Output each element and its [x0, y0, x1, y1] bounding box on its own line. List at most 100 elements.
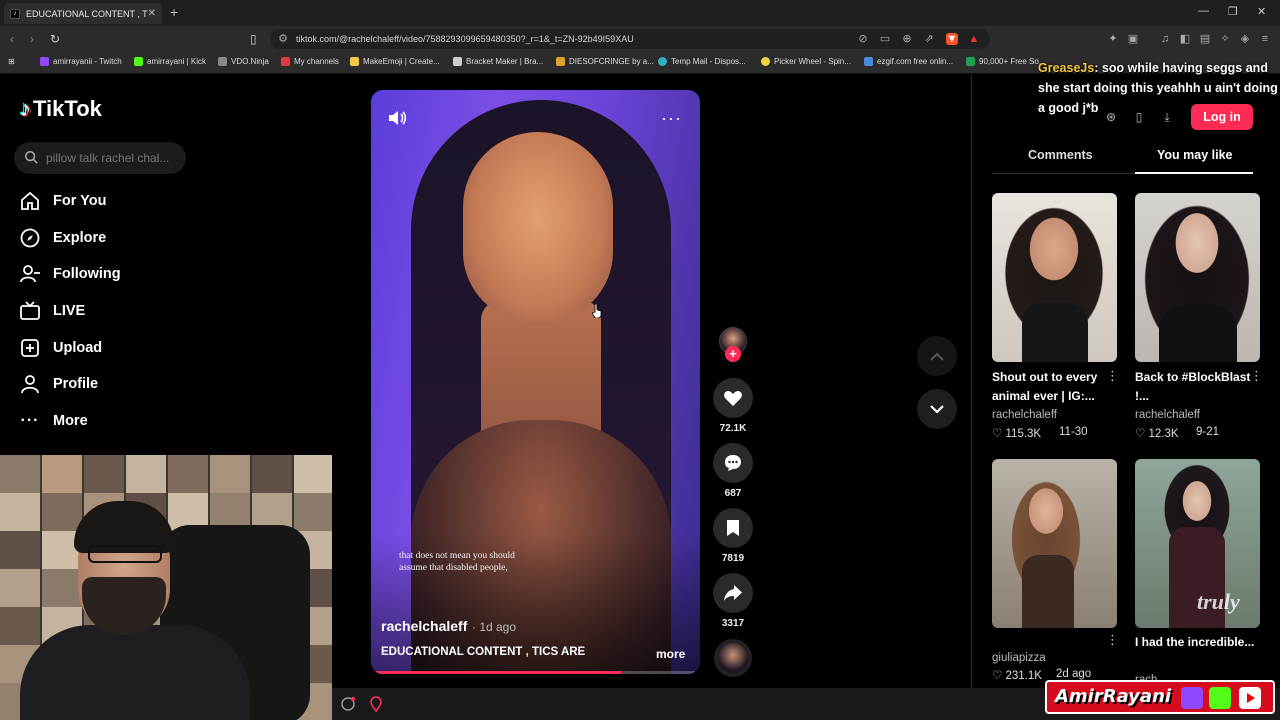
upload-icon: [18, 336, 42, 360]
collage-tile: [0, 531, 40, 571]
bookmark-makeemoji[interactable]: MakeEmoji | Create...: [350, 57, 440, 66]
bookmark-my-channels[interactable]: My channels: [281, 57, 339, 66]
stream-chat-overlay: GreaseJs: soo while having seggs and she…: [1038, 58, 1280, 118]
site-info-icon[interactable]: ⚙: [277, 33, 289, 45]
bookmark-vdo-ninja[interactable]: VDO.Ninja: [218, 57, 269, 66]
video-description: EDUCATIONAL CONTENT , TICS ARE: [381, 646, 586, 658]
forward-icon[interactable]: ›: [30, 32, 34, 46]
sidebar-item-label: More: [53, 413, 88, 429]
tab-close-icon[interactable]: ✕: [148, 8, 156, 19]
share-icon[interactable]: ⇗: [923, 33, 935, 45]
recommended-video-title[interactable]: Shout out to every animal ever | IG:...: [992, 368, 1117, 406]
tab-you-may-like[interactable]: You may like: [1157, 148, 1233, 162]
card-options-icon[interactable]: ⋮: [1106, 368, 1119, 384]
collage-tile: [84, 455, 124, 495]
comment-button[interactable]: [713, 443, 753, 483]
sidebar-item-label: LIVE: [53, 303, 86, 319]
recommended-video-date: 2d ago: [1056, 668, 1092, 680]
new-tab-button[interactable]: +: [170, 4, 178, 20]
video-player[interactable]: ··· that does not mean you should assume…: [371, 90, 700, 674]
close-window-button[interactable]: ✕: [1257, 5, 1266, 18]
wallet-icon[interactable]: ▤: [1199, 33, 1211, 45]
sidebar-item-profile[interactable]: Profile: [18, 370, 98, 398]
bookmark-label: MakeEmoji | Create...: [363, 57, 440, 66]
pin-icon[interactable]: [368, 696, 384, 712]
browser-tab[interactable]: ♪ EDUCATIONAL CONTENT , TICS ✕: [4, 3, 162, 24]
screen: { "browser": { "tab_title": "EDUCATIONAL…: [0, 0, 1280, 720]
recommended-video-title[interactable]: I had the incredible...: [1135, 633, 1260, 652]
clock-icon[interactable]: [340, 696, 356, 712]
recommended-video-author[interactable]: rachelchaleff: [1135, 409, 1200, 421]
previous-video-button[interactable]: [917, 336, 957, 376]
minimize-button[interactable]: —: [1198, 5, 1209, 17]
bookmark-kick[interactable]: amirrayani | Kick: [134, 57, 206, 66]
description-more-button[interactable]: more: [656, 647, 685, 661]
video-progress-bar[interactable]: [371, 671, 700, 674]
follow-plus-button[interactable]: +: [725, 346, 741, 362]
recommended-video-author[interactable]: giuliapizza: [992, 652, 1046, 664]
sidebar-item-label: Upload: [53, 340, 103, 356]
bookmark-label: VDO.Ninja: [231, 57, 269, 66]
compass-icon: [18, 226, 42, 250]
recommended-video-thumbnail[interactable]: truly: [1135, 459, 1260, 628]
save-button[interactable]: [713, 508, 753, 548]
reader-icon[interactable]: ▭: [879, 33, 891, 45]
thumbnail-figure: [1022, 555, 1074, 628]
ezgif-icon: [864, 57, 873, 66]
brave-shield-icon[interactable]: ▼: [946, 33, 958, 45]
bookmark-twitch[interactable]: amirrayanii - Twitch: [40, 57, 122, 66]
leo-icon[interactable]: ✧: [1219, 33, 1231, 45]
extensions-icon[interactable]: ✦: [1107, 33, 1119, 45]
tiktok-logo[interactable]: ♪ TikTok: [20, 96, 102, 122]
bookmark-bracket-maker[interactable]: Bracket Maker | Bra...: [453, 57, 543, 66]
search-icon: [24, 150, 38, 164]
next-video-button[interactable]: [917, 389, 957, 429]
sidebar-item-upload[interactable]: Upload: [18, 334, 102, 362]
sidebar-item-explore[interactable]: Explore: [18, 224, 106, 252]
restore-button[interactable]: ❐: [1228, 5, 1238, 18]
apps-grid-icon[interactable]: ⊞: [8, 57, 15, 66]
tab-comments[interactable]: Comments: [1028, 148, 1093, 162]
tracking-icon[interactable]: ⊘: [857, 33, 869, 45]
save-count: 7819: [721, 553, 745, 564]
bookmark-ezgif[interactable]: ezgif.com free onlin...: [864, 57, 953, 66]
collage-tile: [0, 569, 40, 609]
vpn-icon[interactable]: ◈: [1239, 33, 1251, 45]
bookmark-picker-wheel[interactable]: Picker Wheel - Spin...: [761, 57, 851, 66]
brave-rewards-icon[interactable]: ▲: [968, 33, 980, 45]
zoom-icon[interactable]: ⊕: [901, 33, 913, 45]
card-options-icon[interactable]: ⋮: [1106, 632, 1119, 648]
video-author[interactable]: rachelchaleff: [381, 618, 467, 634]
sidebar-item-live[interactable]: LIVE: [18, 297, 85, 325]
video-options-icon[interactable]: ···: [661, 108, 682, 129]
bookmark-temp-mail[interactable]: Temp Mail - Dispos...: [658, 57, 746, 66]
sidebar-item-for-you[interactable]: For You: [18, 187, 106, 215]
search-input[interactable]: [46, 148, 176, 168]
volume-icon[interactable]: [387, 108, 407, 128]
like-button[interactable]: [713, 378, 753, 418]
sidebar-toggle-icon[interactable]: ◧: [1179, 33, 1191, 45]
thumbnail-figure: [1022, 303, 1088, 362]
tab-search-icon[interactable]: ▣: [1127, 33, 1139, 45]
media-icon[interactable]: ♫: [1159, 33, 1171, 45]
recommended-video-author[interactable]: rachelchaleff: [992, 409, 1057, 421]
reload-icon[interactable]: ↻: [50, 32, 60, 46]
bookmark-page-icon[interactable]: ▯: [250, 32, 257, 46]
share-button[interactable]: [713, 573, 753, 613]
sidebar-item-following[interactable]: Following: [18, 260, 121, 288]
sidebar-item-more[interactable]: ··· More: [18, 407, 88, 435]
back-icon[interactable]: ‹: [10, 32, 14, 46]
recommended-video-thumbnail[interactable]: [1135, 193, 1260, 362]
bookmark-free-sounds[interactable]: 90,000+ Free So...: [966, 57, 1046, 66]
recommended-video-title[interactable]: Back to #BlockBlast !...: [1135, 368, 1260, 406]
bookmark-diesofcringe[interactable]: DIESOFCRINGE by a...: [556, 57, 654, 66]
menu-icon[interactable]: ≡: [1259, 33, 1271, 45]
recommended-video-thumbnail[interactable]: [992, 193, 1117, 362]
kick-icon: [134, 57, 143, 66]
logo-text: TikTok: [33, 96, 102, 121]
recommended-video-thumbnail[interactable]: [992, 459, 1117, 628]
collage-tile: [210, 455, 250, 495]
card-options-icon[interactable]: ⋮: [1250, 368, 1263, 384]
collage-tile: [0, 455, 40, 495]
sound-disc[interactable]: [714, 639, 752, 677]
